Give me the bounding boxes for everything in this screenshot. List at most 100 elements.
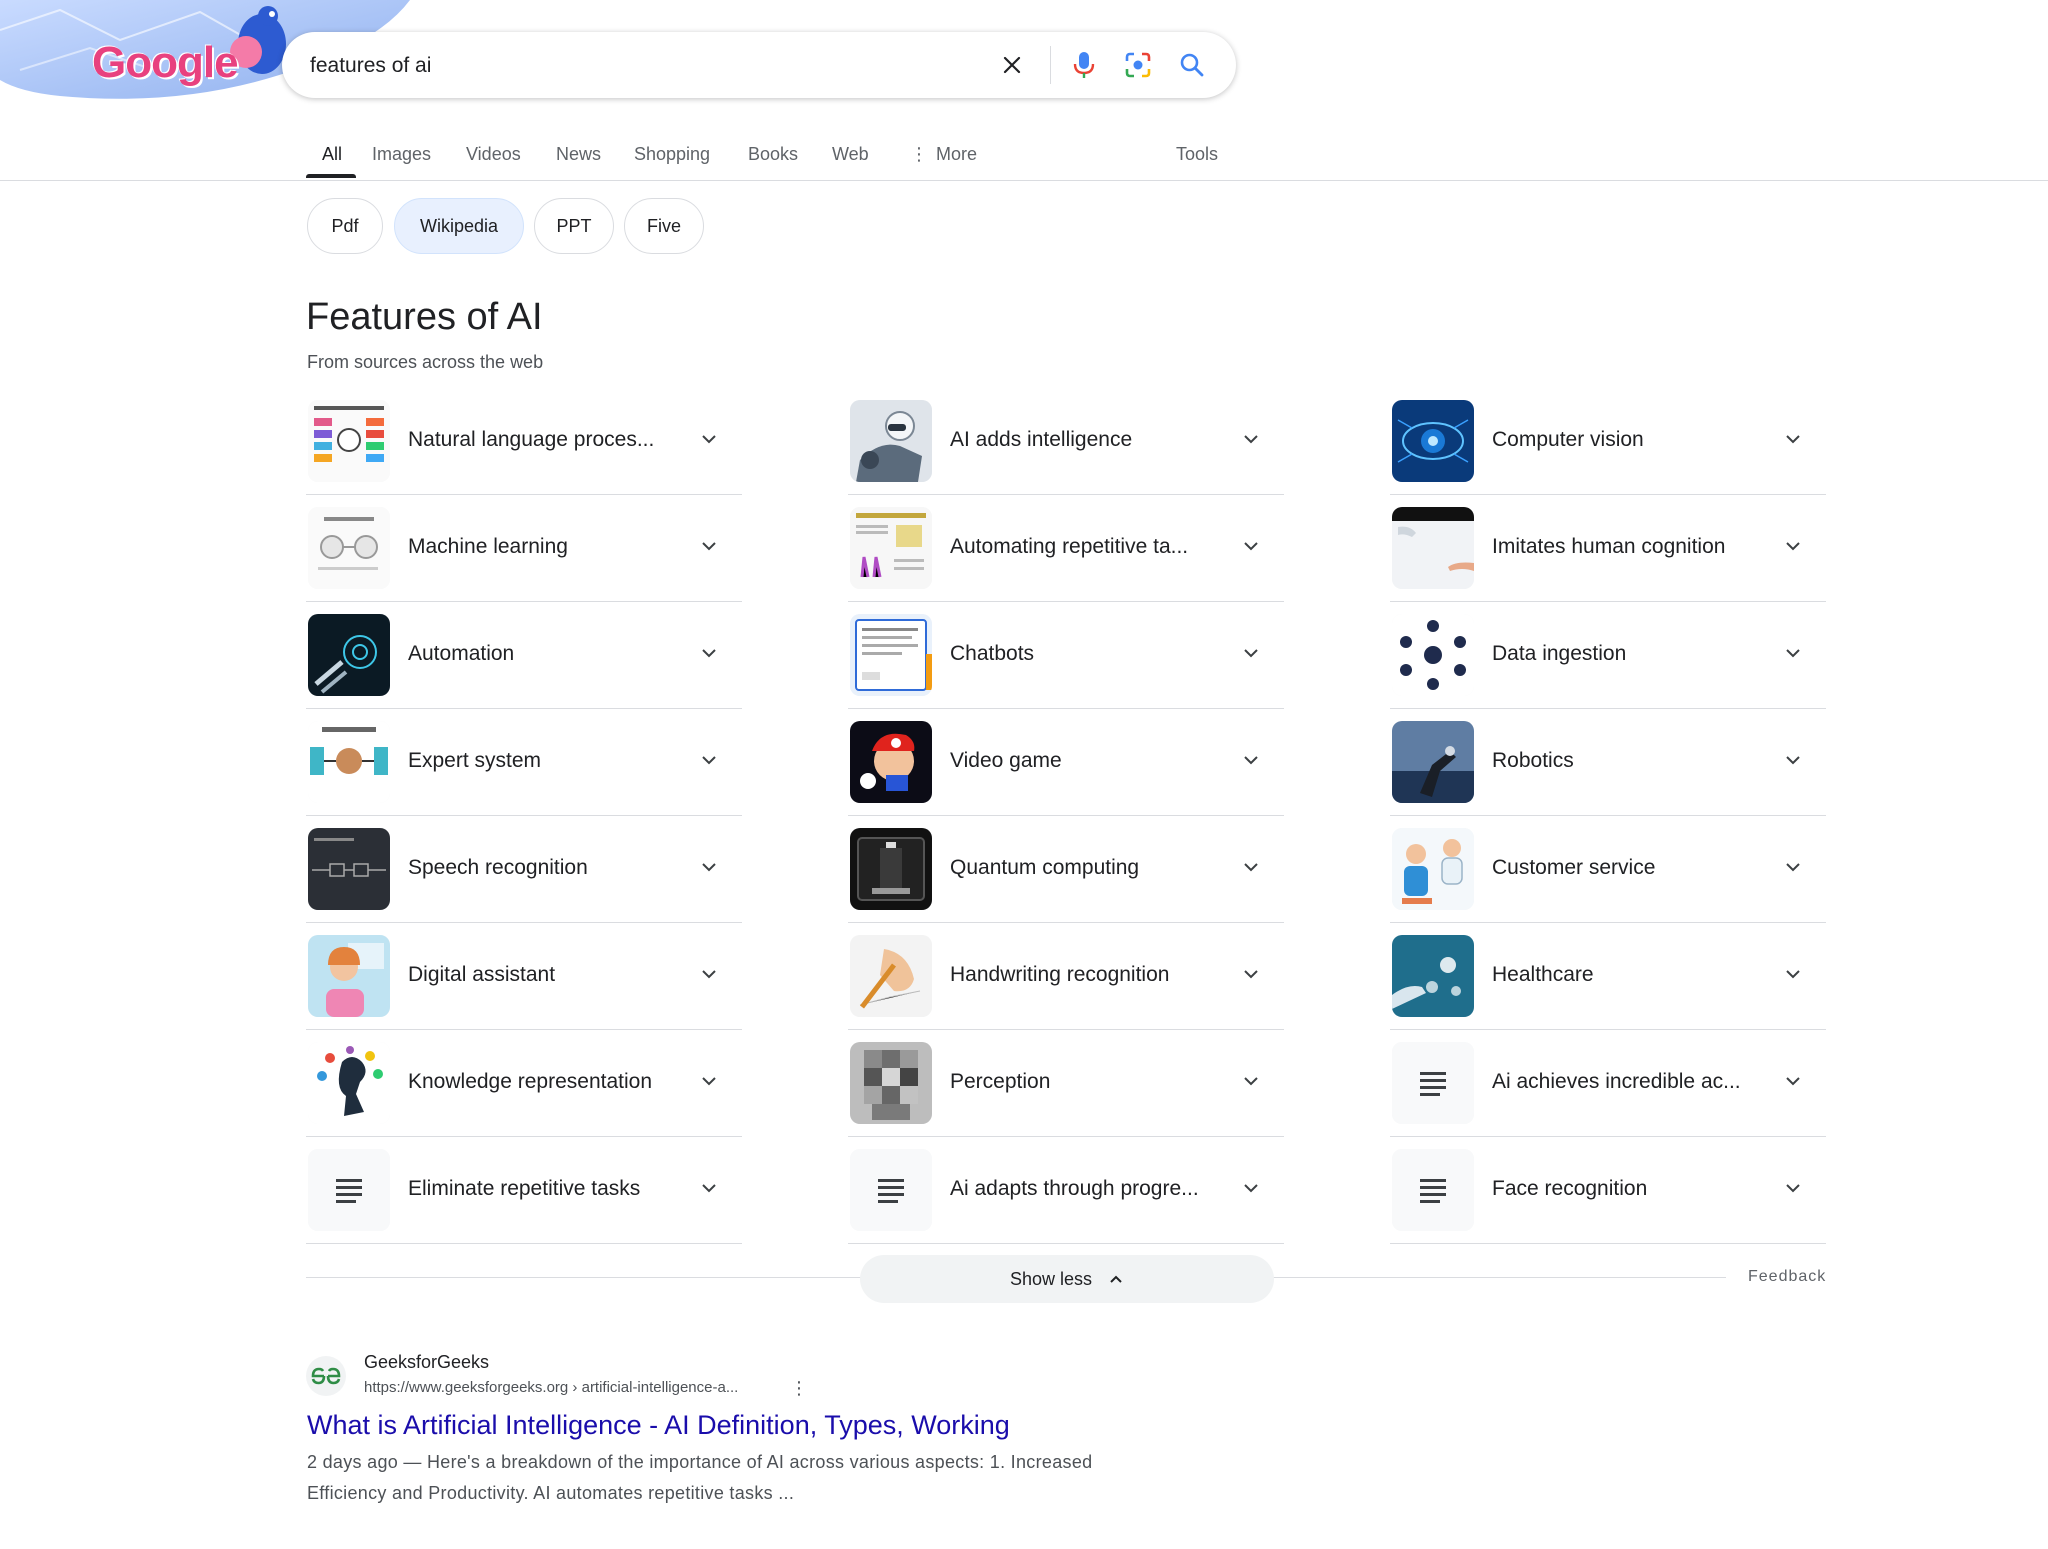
feature-item-ai-achieves-incredible-ac[interactable]: Ai achieves incredible ac... [1390, 1030, 1826, 1137]
chevron-down-icon[interactable] [1782, 642, 1804, 664]
chevron-down-icon[interactable] [1240, 642, 1262, 664]
feature-label: Handwriting recognition [950, 963, 1170, 986]
chevron-up-icon [1110, 1275, 1122, 1283]
chevron-down-icon[interactable] [698, 1177, 720, 1199]
chevron-down-icon[interactable] [1782, 749, 1804, 771]
chevron-down-icon[interactable] [698, 428, 720, 450]
tab-news[interactable]: News [556, 142, 601, 182]
feature-thumbnail [850, 614, 932, 696]
text-lines-icon [308, 1149, 390, 1231]
feature-label: Expert system [408, 749, 542, 772]
chevron-down-icon[interactable] [1782, 963, 1804, 985]
search-icon[interactable] [1176, 49, 1208, 81]
feature-item-ai-adapts-through-progre[interactable]: Ai adapts through progre... [848, 1137, 1284, 1244]
feature-item-computer-vision[interactable]: Computer vision [1390, 388, 1826, 495]
feature-item-customer-service[interactable]: Customer service [1390, 816, 1826, 923]
chip-pdf[interactable]: Pdf [307, 198, 383, 254]
feature-item-automation[interactable]: Automation [306, 602, 742, 709]
tab-more[interactable]: ⋮ More [910, 142, 977, 182]
chevron-down-icon[interactable] [1240, 1177, 1262, 1199]
tab-more-label: More [936, 144, 978, 164]
feature-label: Healthcare [1492, 963, 1594, 986]
tab-tools[interactable]: Tools [1176, 142, 1218, 182]
feature-item-automating-repetitive-ta[interactable]: Automating repetitive ta... [848, 495, 1284, 602]
result-site-name[interactable]: GeeksforGeeks [364, 1352, 489, 1373]
feedback-link[interactable]: Feedback [1748, 1268, 1826, 1286]
feature-item-imitates-human-cognition[interactable]: Imitates human cognition [1390, 495, 1826, 602]
feature-item-data-ingestion[interactable]: Data ingestion [1390, 602, 1826, 709]
feature-thumbnail [850, 721, 932, 803]
feature-label: Machine learning [408, 535, 568, 558]
text-lines-icon [1392, 1149, 1474, 1231]
tab-books[interactable]: Books [748, 142, 798, 182]
chevron-down-icon[interactable] [1782, 1070, 1804, 1092]
feature-thumbnail [1392, 400, 1474, 482]
chip-wikipedia[interactable]: Wikipedia [394, 198, 524, 254]
search-input[interactable] [308, 50, 1012, 82]
lens-icon[interactable] [1122, 49, 1154, 81]
chevron-down-icon[interactable] [1240, 856, 1262, 878]
result-menu-icon[interactable]: ⋮ [790, 1378, 808, 1399]
feature-item-digital-assistant[interactable]: Digital assistant [306, 923, 742, 1030]
chevron-down-icon[interactable] [1240, 428, 1262, 450]
chip-ppt[interactable]: PPT [534, 198, 614, 254]
feature-item-natural-language-proces[interactable]: Natural language proces... [306, 388, 742, 495]
chevron-down-icon[interactable] [1782, 1177, 1804, 1199]
tab-shopping[interactable]: Shopping [634, 142, 710, 182]
tab-web[interactable]: Web [832, 142, 869, 182]
more-vert-icon: ⋮ [910, 144, 928, 164]
feature-item-chatbots[interactable]: Chatbots [848, 602, 1284, 709]
feature-thumbnail [1392, 828, 1474, 910]
chevron-down-icon[interactable] [1240, 1070, 1262, 1092]
tab-videos[interactable]: Videos [466, 142, 521, 182]
chevron-down-icon[interactable] [698, 1070, 720, 1092]
feature-label: Knowledge representation [408, 1070, 653, 1093]
microphone-icon[interactable] [1068, 49, 1100, 81]
active-tab-indicator [306, 174, 356, 178]
feature-label: Speech recognition [408, 856, 588, 879]
chevron-down-icon[interactable] [1782, 856, 1804, 878]
chevron-down-icon[interactable] [698, 535, 720, 557]
feature-item-quantum-computing[interactable]: Quantum computing [848, 816, 1284, 923]
chevron-down-icon[interactable] [698, 642, 720, 664]
feature-item-eliminate-repetitive-tasks[interactable]: Eliminate repetitive tasks [306, 1137, 742, 1244]
feature-label: AI adds intelligence [950, 428, 1133, 451]
feature-label: Data ingestion [1492, 642, 1627, 665]
clear-icon[interactable] [996, 49, 1028, 81]
feature-item-handwriting-recognition[interactable]: Handwriting recognition [848, 923, 1284, 1030]
chevron-down-icon[interactable] [698, 856, 720, 878]
feature-item-face-recognition[interactable]: Face recognition [1390, 1137, 1826, 1244]
feature-item-healthcare[interactable]: Healthcare [1390, 923, 1826, 1030]
feature-label: Eliminate repetitive tasks [408, 1177, 641, 1200]
result-snippet-line2: Efficiency and Productivity. AI automate… [307, 1483, 795, 1503]
chevron-down-icon[interactable] [1782, 535, 1804, 557]
chevron-down-icon[interactable] [698, 963, 720, 985]
tab-images[interactable]: Images [372, 142, 431, 182]
feature-item-speech-recognition[interactable]: Speech recognition [306, 816, 742, 923]
chevron-down-icon[interactable] [1240, 963, 1262, 985]
feature-label: Ai adapts through progre... [950, 1177, 1199, 1200]
feature-thumbnail [850, 400, 932, 482]
google-logo[interactable]: Google [92, 38, 239, 88]
chevron-down-icon[interactable] [1240, 535, 1262, 557]
feature-item-knowledge-representation[interactable]: Knowledge representation [306, 1030, 742, 1137]
result-title-link[interactable]: What is Artificial Intelligence - AI Def… [307, 1410, 1010, 1441]
feature-thumbnail [850, 1042, 932, 1124]
feature-thumbnail [1392, 935, 1474, 1017]
geeksforgeeks-favicon[interactable] [306, 1356, 346, 1396]
chevron-down-icon[interactable] [1782, 428, 1804, 450]
feature-item-expert-system[interactable]: Expert system [306, 709, 742, 816]
chevron-down-icon[interactable] [698, 749, 720, 771]
chip-five[interactable]: Five [624, 198, 704, 254]
result-url[interactable]: https://www.geeksforgeeks.org › artifici… [364, 1379, 738, 1396]
divider-left [306, 1277, 862, 1278]
feature-item-robotics[interactable]: Robotics [1390, 709, 1826, 816]
show-less-button[interactable]: Show less [860, 1255, 1274, 1303]
feature-item-perception[interactable]: Perception [848, 1030, 1284, 1137]
feature-label: Imitates human cognition [1492, 535, 1726, 558]
feature-item-video-game[interactable]: Video game [848, 709, 1284, 816]
feature-label: Digital assistant [408, 963, 556, 986]
feature-item-ai-adds-intelligence[interactable]: AI adds intelligence [848, 388, 1284, 495]
chevron-down-icon[interactable] [1240, 749, 1262, 771]
feature-item-machine-learning[interactable]: Machine learning [306, 495, 742, 602]
